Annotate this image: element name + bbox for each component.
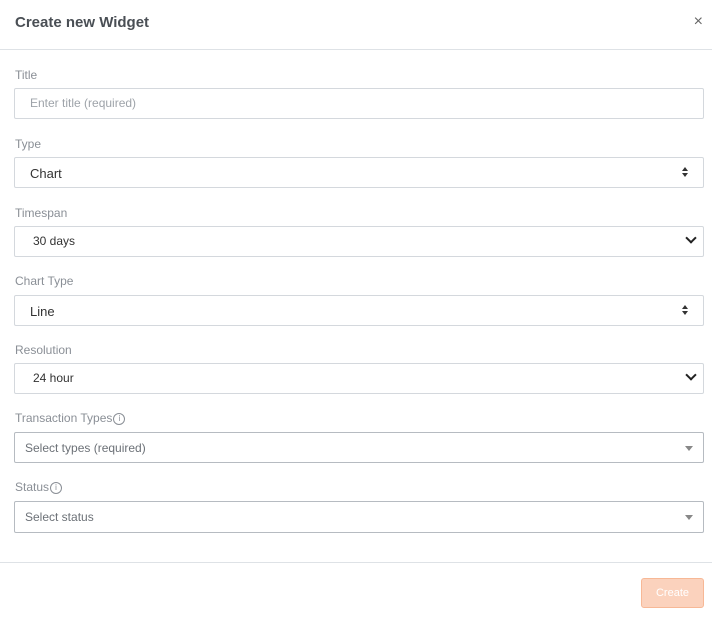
modal-title: Create new Widget [15, 14, 150, 31]
type-value: Chart [30, 166, 62, 181]
timespan-select[interactable]: 30 days [14, 226, 704, 257]
timespan-label: Timespan [15, 206, 68, 220]
title-placeholder: Enter title (required) [30, 96, 137, 110]
transaction-types-placeholder: Select types (required) [25, 441, 146, 455]
transaction-types-label: Transaction Types i [15, 411, 126, 425]
info-icon[interactable]: i [113, 413, 126, 425]
chart-type-label: Chart Type [15, 274, 74, 288]
info-icon[interactable]: i [50, 482, 63, 494]
transaction-types-label-text: Transaction Types [15, 411, 113, 425]
chart-type-value: Line [30, 304, 55, 319]
close-icon[interactable]: × [694, 12, 703, 32]
timespan-value: 30 days [33, 234, 76, 248]
resolution-label: Resolution [15, 343, 72, 357]
type-label: Type [15, 137, 42, 151]
resolution-select[interactable]: 24 hour [14, 363, 704, 394]
create-button[interactable]: Create [641, 578, 704, 608]
chart-type-select[interactable]: Line [14, 295, 704, 326]
modal-header: Create new Widget × [0, 0, 712, 50]
status-placeholder: Select status [25, 510, 94, 524]
type-select[interactable]: Chart [14, 157, 704, 188]
chevron-down-icon [685, 232, 697, 244]
status-label-text: Status [15, 480, 50, 494]
updown-icon [681, 165, 689, 179]
create-widget-modal: Create new Widget × Title Enter title (r… [0, 0, 712, 621]
title-input[interactable]: Enter title (required) [14, 88, 704, 119]
title-label: Title [15, 68, 38, 82]
status-label: Status i [15, 480, 63, 494]
caret-down-icon [685, 515, 693, 520]
status-select[interactable]: Select status [14, 501, 704, 533]
caret-down-icon [685, 446, 693, 451]
resolution-value: 24 hour [33, 371, 74, 385]
updown-icon [681, 303, 689, 317]
chevron-down-icon [685, 369, 697, 381]
modal-footer [0, 562, 712, 621]
transaction-types-select[interactable]: Select types (required) [14, 432, 704, 463]
